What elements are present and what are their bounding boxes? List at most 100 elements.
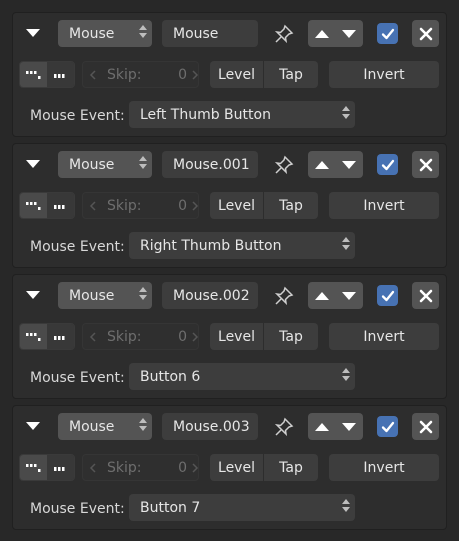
pulse-mode-toggle[interactable] (19, 323, 75, 350)
mouse-event-label: Mouse Event: (30, 501, 125, 517)
pulse-true-icon (25, 332, 40, 341)
sensor-type-dropdown[interactable]: Mouse (58, 151, 152, 178)
updown-arrows-icon (139, 156, 147, 169)
close-icon (419, 420, 432, 433)
invert-button[interactable]: Invert (329, 323, 439, 350)
pin-button[interactable] (271, 21, 297, 47)
collapse-toggle[interactable] (19, 20, 47, 46)
triangle-down-icon (26, 291, 40, 299)
move-up-down-buttons[interactable] (308, 282, 363, 309)
tap-button[interactable]: Tap (264, 454, 318, 481)
level-button[interactable]: Level (210, 323, 263, 350)
tap-button[interactable]: Tap (264, 192, 318, 219)
arrow-up-icon[interactable] (314, 160, 330, 170)
pulse-false-button[interactable] (47, 62, 74, 87)
pin-button[interactable] (271, 152, 297, 178)
arrow-down-icon[interactable] (341, 291, 357, 301)
enabled-checkbox[interactable] (377, 23, 398, 44)
invert-button[interactable]: Invert (329, 61, 439, 88)
mouse-event-dropdown[interactable]: Left Thumb Button (129, 101, 355, 128)
sensor-panel-1: Mouse Mouse Skip: 0 Level Tap Invert Mou… (12, 12, 447, 137)
collapse-toggle[interactable] (19, 413, 47, 439)
skip-field[interactable]: Skip: 0 (82, 323, 199, 350)
pulse-false-button[interactable] (47, 455, 74, 480)
sensor-type-dropdown[interactable]: Mouse (58, 20, 152, 47)
updown-arrows-icon (139, 418, 147, 431)
level-button[interactable]: Level (210, 61, 263, 88)
pulse-true-button[interactable] (20, 193, 47, 218)
pulse-false-button[interactable] (47, 324, 74, 349)
checkmark-icon (381, 28, 394, 39)
pin-button[interactable] (271, 283, 297, 309)
mouse-event-dropdown[interactable]: Right Thumb Button (129, 232, 355, 259)
move-up-down-buttons[interactable] (308, 413, 363, 440)
tap-button[interactable]: Tap (264, 61, 318, 88)
mouse-event-value: Left Thumb Button (140, 106, 271, 123)
sensor-panel-3: Mouse Mouse.002 Skip: 0 Level Tap Invert… (12, 274, 447, 399)
level-button[interactable]: Level (210, 192, 263, 219)
arrow-up-icon[interactable] (314, 422, 330, 432)
pulse-true-button[interactable] (20, 62, 47, 87)
move-up-down-buttons[interactable] (308, 20, 363, 47)
mouse-event-value: Button 6 (140, 368, 201, 385)
pin-button[interactable] (271, 414, 297, 440)
sensor-name-field[interactable]: Mouse (162, 20, 258, 47)
move-up-down-buttons[interactable] (308, 151, 363, 178)
pulse-false-button[interactable] (47, 193, 74, 218)
remove-sensor-button[interactable] (412, 20, 439, 47)
invert-button[interactable]: Invert (329, 454, 439, 481)
mouse-event-value: Right Thumb Button (140, 237, 282, 254)
pulse-mode-toggle[interactable] (19, 454, 75, 481)
pulse-mode-toggle[interactable] (19, 61, 75, 88)
sensor-type-value: Mouse (69, 418, 115, 435)
skip-value: 0 (178, 198, 187, 214)
mouse-event-dropdown[interactable]: Button 7 (129, 494, 355, 521)
remove-sensor-button[interactable] (412, 151, 439, 178)
sensor-name-field[interactable]: Mouse.002 (162, 282, 258, 309)
skip-field[interactable]: Skip: 0 (82, 61, 199, 88)
sensor-name-field[interactable]: Mouse.001 (162, 151, 258, 178)
invert-button[interactable]: Invert (329, 192, 439, 219)
skip-field[interactable]: Skip: 0 (82, 454, 199, 481)
pulse-true-button[interactable] (20, 324, 47, 349)
enabled-checkbox[interactable] (377, 416, 398, 437)
enabled-checkbox[interactable] (377, 285, 398, 306)
skip-label: Skip: (107, 460, 142, 476)
sensor-panel-4: Mouse Mouse.003 Skip: 0 Level Tap Invert… (12, 405, 447, 530)
sensor-type-value: Mouse (69, 156, 115, 173)
chevron-left-icon (89, 332, 96, 342)
remove-sensor-button[interactable] (412, 413, 439, 440)
pulse-false-icon (53, 204, 64, 209)
chevron-right-icon (192, 332, 199, 342)
arrow-down-icon[interactable] (341, 422, 357, 432)
chevron-left-icon (89, 463, 96, 473)
arrow-up-icon[interactable] (314, 29, 330, 39)
pulse-true-button[interactable] (20, 455, 47, 480)
enabled-checkbox[interactable] (377, 154, 398, 175)
chevron-right-icon (192, 70, 199, 80)
pulse-mode-toggle[interactable] (19, 192, 75, 219)
pulse-true-icon (25, 70, 40, 79)
pin-icon (274, 286, 294, 306)
arrow-down-icon[interactable] (341, 29, 357, 39)
arrow-down-icon[interactable] (341, 160, 357, 170)
collapse-toggle[interactable] (19, 151, 47, 177)
collapse-toggle[interactable] (19, 282, 47, 308)
updown-arrows-icon (342, 106, 350, 119)
arrow-up-icon[interactable] (314, 291, 330, 301)
mouse-event-dropdown[interactable]: Button 6 (129, 363, 355, 390)
skip-field[interactable]: Skip: 0 (82, 192, 199, 219)
sensor-type-dropdown[interactable]: Mouse (58, 282, 152, 309)
sensor-name-field[interactable]: Mouse.003 (162, 413, 258, 440)
chevron-right-icon (192, 463, 199, 473)
remove-sensor-button[interactable] (412, 282, 439, 309)
pulse-false-icon (53, 466, 64, 471)
chevron-left-icon (89, 201, 96, 211)
level-button[interactable]: Level (210, 454, 263, 481)
sensor-type-value: Mouse (69, 287, 115, 304)
sensor-type-dropdown[interactable]: Mouse (58, 413, 152, 440)
tap-button[interactable]: Tap (264, 323, 318, 350)
close-icon (419, 27, 432, 40)
skip-label: Skip: (107, 329, 142, 345)
close-icon (419, 158, 432, 171)
